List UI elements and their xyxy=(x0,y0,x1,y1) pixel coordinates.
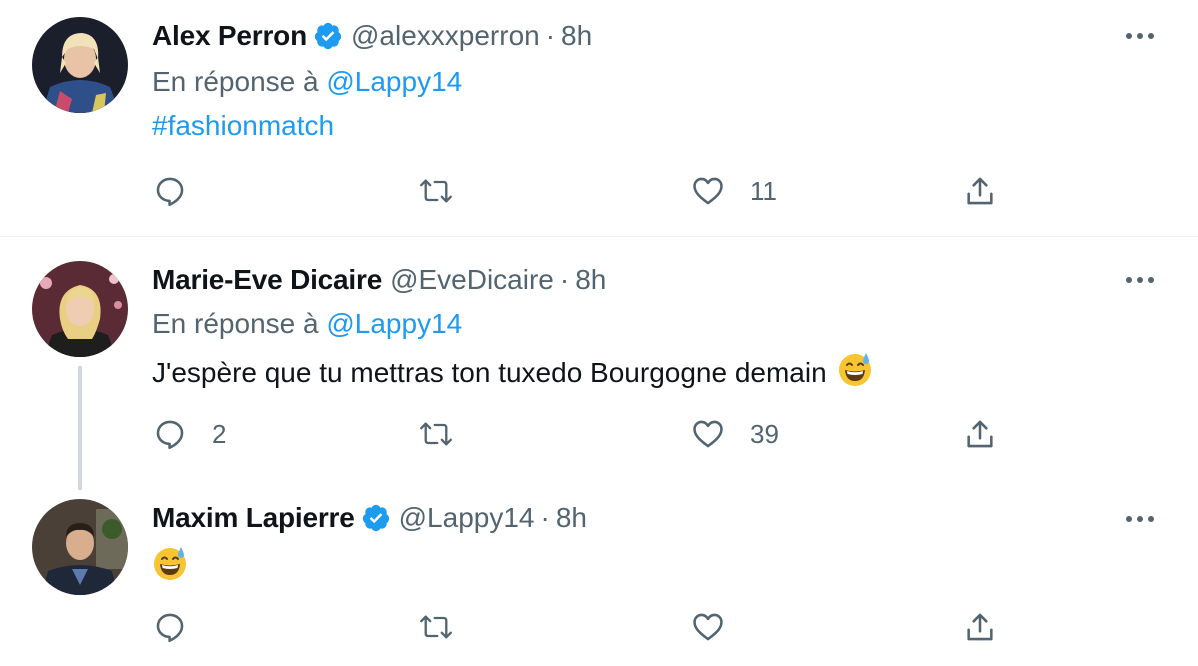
timestamp[interactable]: 8h xyxy=(575,264,606,296)
reply-context: En réponse à @Lappy14 xyxy=(152,66,462,98)
reply-count: 2 xyxy=(212,418,227,449)
avatar-image xyxy=(32,17,128,113)
tweet-alex-perron[interactable]: Alex Perron @alexxxperron · 8h En répons… xyxy=(0,0,1198,236)
like-button[interactable]: 11 xyxy=(690,169,777,213)
like-count: 39 xyxy=(750,418,779,449)
heart-icon xyxy=(690,173,726,209)
avatar[interactable] xyxy=(32,261,128,357)
share-icon xyxy=(962,609,998,645)
verified-badge-icon xyxy=(361,503,391,533)
retweet-icon xyxy=(418,416,454,452)
avatar[interactable] xyxy=(32,499,128,595)
reply-button[interactable] xyxy=(152,605,212,649)
display-name[interactable]: Maxim Lapierre xyxy=(152,502,355,534)
timestamp[interactable]: 8h xyxy=(561,20,592,52)
user-handle[interactable]: @EveDicaire xyxy=(390,264,554,296)
more-dots-icon xyxy=(1126,516,1154,522)
more-options-button[interactable] xyxy=(1120,499,1160,539)
tweet-actions: 11 xyxy=(0,169,1198,213)
share-icon xyxy=(962,416,998,452)
retweet-button[interactable] xyxy=(418,412,478,456)
reply-button[interactable] xyxy=(152,169,212,213)
reply-context: En réponse à @Lappy14 xyxy=(152,308,462,340)
tweet-text-content: J'espère que tu mettras ton tuxedo Bourg… xyxy=(152,356,827,388)
reply-prefix: En réponse à xyxy=(152,308,319,339)
tweet-header: Alex Perron @alexxxperron · 8h xyxy=(152,16,592,56)
retweet-icon xyxy=(418,609,454,645)
reply-to-link[interactable]: @Lappy14 xyxy=(326,308,462,339)
more-dots-icon xyxy=(1126,33,1154,39)
reply-icon xyxy=(152,609,188,645)
grinning-face-with-sweat-icon xyxy=(837,351,873,394)
separator-dot: · xyxy=(545,20,556,51)
user-handle[interactable]: @Lappy14 xyxy=(399,502,535,534)
retweet-button[interactable] xyxy=(418,169,478,213)
avatar[interactable] xyxy=(32,17,128,113)
tweet-text xyxy=(152,545,188,588)
thread-connector-line xyxy=(78,366,82,490)
separator-dot: · xyxy=(559,264,570,295)
more-options-button[interactable] xyxy=(1120,260,1160,300)
reply-icon xyxy=(152,416,188,452)
hashtag-link[interactable]: #fashionmatch xyxy=(152,110,334,142)
reply-prefix: En réponse à xyxy=(152,66,319,97)
heart-icon xyxy=(690,609,726,645)
reply-icon xyxy=(152,173,188,209)
heart-icon xyxy=(690,416,726,452)
share-button[interactable] xyxy=(962,169,998,213)
reply-button[interactable]: 2 xyxy=(152,412,226,456)
timestamp[interactable]: 8h xyxy=(556,502,587,534)
display-name[interactable]: Marie-Eve Dicaire xyxy=(152,264,382,296)
display-name[interactable]: Alex Perron xyxy=(152,20,307,52)
tweet-actions: 2 39 xyxy=(0,412,1198,456)
like-button[interactable]: 39 xyxy=(690,412,779,456)
tweet-maxim-lapierre[interactable]: Maxim Lapierre @Lappy14 · 8h xyxy=(0,487,1198,666)
share-icon xyxy=(962,173,998,209)
more-dots-icon xyxy=(1126,277,1154,283)
tweet-marie-eve-dicaire[interactable]: Marie-Eve Dicaire @EveDicaire · 8h En ré… xyxy=(0,237,1198,487)
retweet-icon xyxy=(418,173,454,209)
tweet-text: J'espère que tu mettras ton tuxedo Bourg… xyxy=(152,351,873,394)
tweet-text: #fashionmatch xyxy=(152,110,334,142)
more-options-button[interactable] xyxy=(1120,16,1160,56)
tweet-header: Marie-Eve Dicaire @EveDicaire · 8h xyxy=(152,260,606,300)
tweet-header: Maxim Lapierre @Lappy14 · 8h xyxy=(152,498,587,538)
separator-dot: · xyxy=(540,502,550,533)
avatar-image xyxy=(32,261,128,357)
like-button[interactable] xyxy=(690,605,750,649)
tweet-actions xyxy=(0,605,1198,649)
share-button[interactable] xyxy=(962,605,998,649)
user-handle[interactable]: @alexxxperron xyxy=(351,20,540,52)
reply-to-link[interactable]: @Lappy14 xyxy=(326,66,462,97)
avatar-image xyxy=(32,499,128,595)
like-count: 11 xyxy=(750,175,777,206)
retweet-button[interactable] xyxy=(418,605,478,649)
grinning-face-with-sweat-icon xyxy=(152,545,188,588)
share-button[interactable] xyxy=(962,412,998,456)
verified-badge-icon xyxy=(313,21,343,51)
